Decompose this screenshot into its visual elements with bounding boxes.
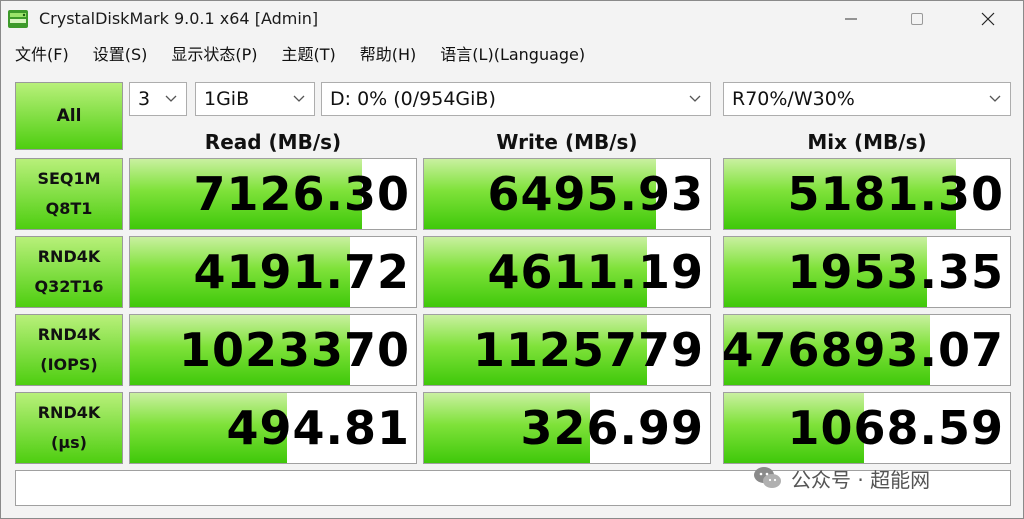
result-cell-mix: 5181.30	[723, 158, 1011, 230]
test-label-line2: Q32T16	[34, 277, 104, 296]
drive-value: D: 0% (0/954GiB)	[330, 88, 496, 110]
result-cell-write: 6495.93	[423, 158, 711, 230]
drive-select[interactable]: D: 0% (0/954GiB)	[321, 82, 711, 116]
result-cell-write: 1125779	[423, 314, 711, 386]
wechat-icon	[754, 467, 781, 488]
test-button-seq1m-q8t1[interactable]: SEQ1M Q8T1	[15, 158, 123, 230]
menu-settings[interactable]: 设置(S)	[85, 41, 156, 65]
title-bar: CrystalDiskMark 9.0.1 x64 [Admin]	[1, 1, 1023, 37]
menu-theme[interactable]: 主题(T)	[274, 41, 344, 65]
minimize-icon	[845, 18, 857, 20]
test-count-select[interactable]: 3	[129, 82, 187, 116]
app-window: CrystalDiskMark 9.0.1 x64 [Admin] 文件(F) …	[0, 0, 1024, 519]
test-button-rnd4k-latency[interactable]: RND4K (µs)	[15, 392, 123, 464]
test-button-rnd4k-iops[interactable]: RND4K (IOPS)	[15, 314, 123, 386]
app-icon	[8, 10, 28, 28]
test-label-line2: (µs)	[51, 433, 87, 452]
result-cell-mix: 1068.59	[723, 392, 1011, 464]
test-label-line1: RND4K	[37, 325, 101, 344]
result-cell-read: 7126.30	[129, 158, 417, 230]
maximize-button[interactable]	[882, 1, 952, 37]
menu-file[interactable]: 文件(F)	[7, 41, 77, 65]
test-count-value: 3	[138, 88, 151, 110]
result-cell-mix: 1953.35	[723, 236, 1011, 308]
test-label-line1: RND4K	[37, 247, 101, 266]
close-button[interactable]	[953, 1, 1023, 37]
result-value: 4611.19	[487, 245, 704, 299]
result-cell-read: 4191.72	[129, 236, 417, 308]
menu-help[interactable]: 帮助(H)	[352, 41, 425, 65]
test-label-line1: SEQ1M	[37, 169, 101, 188]
chevron-down-icon	[165, 95, 177, 102]
result-value: 5181.30	[787, 167, 1004, 221]
menu-language[interactable]: 语言(L)(Language)	[432, 41, 593, 65]
watermark-text: 公众号 · 超能网	[791, 467, 931, 492]
watermark: 公众号 · 超能网	[753, 462, 930, 494]
minimize-button[interactable]	[816, 1, 886, 37]
result-value: 494.81	[226, 401, 410, 455]
close-icon	[981, 12, 995, 26]
chevron-down-icon	[293, 95, 305, 102]
result-value: 1953.35	[787, 245, 1004, 299]
result-cell-mix: 476893.07	[723, 314, 1011, 386]
menu-profile[interactable]: 显示状态(P)	[163, 41, 265, 65]
chevron-down-icon	[689, 95, 701, 102]
result-value: 7126.30	[193, 167, 410, 221]
result-cell-write: 326.99	[423, 392, 711, 464]
test-label-line2: (IOPS)	[40, 355, 98, 374]
result-value: 476893.07	[723, 323, 1004, 377]
result-value: 326.99	[520, 401, 704, 455]
result-value: 1125779	[472, 323, 704, 377]
result-cell-read: 494.81	[129, 392, 417, 464]
window-title: CrystalDiskMark 9.0.1 x64 [Admin]	[39, 9, 319, 28]
menu-bar: 文件(F) 设置(S) 显示状态(P) 主题(T) 帮助(H) 语言(L)(La…	[1, 37, 1023, 69]
result-cell-write: 4611.19	[423, 236, 711, 308]
test-size-select[interactable]: 1GiB	[195, 82, 315, 116]
test-label-line1: RND4K	[37, 403, 101, 422]
result-cell-read: 1023370	[129, 314, 417, 386]
chevron-down-icon	[989, 95, 1001, 102]
maximize-icon	[911, 13, 923, 25]
result-value: 1068.59	[787, 401, 1004, 455]
test-label-line2: Q8T1	[45, 199, 93, 218]
test-button-rnd4k-q32t16[interactable]: RND4K Q32T16	[15, 236, 123, 308]
mix-ratio-select[interactable]: R70%/W30%	[723, 82, 1011, 116]
result-value: 4191.72	[193, 245, 410, 299]
result-value: 6495.93	[487, 167, 704, 221]
write-header: Write (MB/s)	[496, 130, 638, 154]
mix-ratio-value: R70%/W30%	[732, 88, 855, 110]
test-size-value: 1GiB	[204, 88, 250, 110]
result-value: 1023370	[178, 323, 410, 377]
all-button[interactable]: All	[15, 82, 123, 150]
mix-header: Mix (MB/s)	[807, 130, 927, 154]
read-header: Read (MB/s)	[204, 130, 342, 154]
